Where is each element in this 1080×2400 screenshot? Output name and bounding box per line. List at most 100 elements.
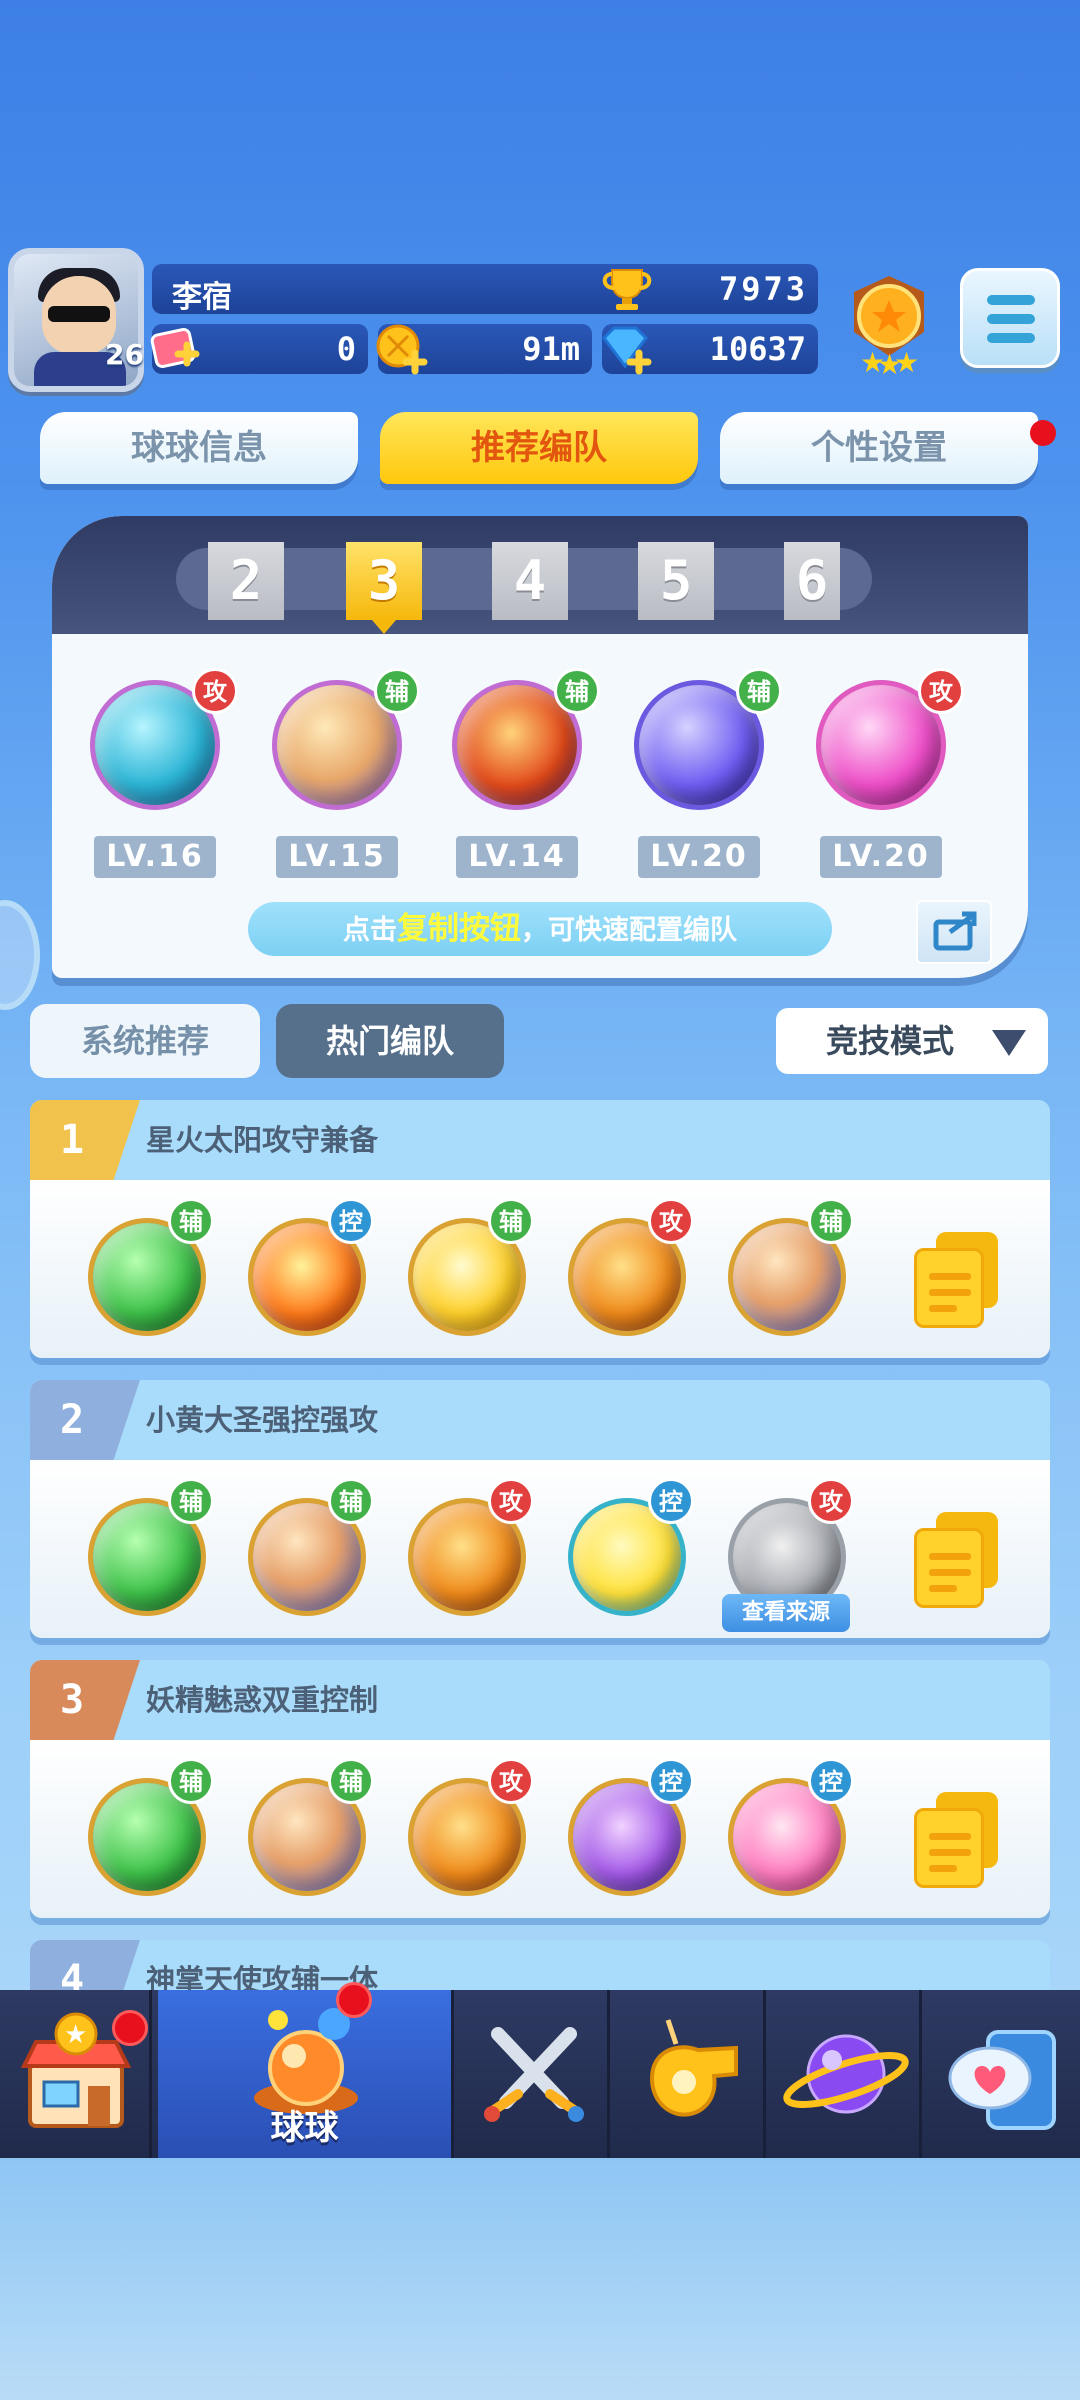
- notification-dot: [112, 2010, 148, 2046]
- copy-hint-suffix: ，可快速配置编队: [521, 915, 737, 946]
- role-badge-support: 辅: [488, 1198, 534, 1244]
- nav-chat[interactable]: [926, 1990, 1078, 2158]
- role-badge-support: 辅: [736, 668, 782, 714]
- formation-count-tab[interactable]: 5: [638, 542, 714, 620]
- player-name: 李宿: [172, 280, 232, 315]
- team-card: 3 妖精魅惑双重控制 辅 辅 攻 控 控: [30, 1660, 1050, 1918]
- team-rank: 1: [30, 1100, 140, 1180]
- notification-dot: [1030, 420, 1056, 446]
- formation-count-tab[interactable]: 6: [784, 542, 840, 620]
- team-hero-slot[interactable]: 辅: [70, 1478, 214, 1630]
- formation-count-tab[interactable]: 2: [208, 542, 284, 620]
- menu-line: [987, 333, 1035, 343]
- ticket-icon: [150, 328, 200, 368]
- copy-team-button[interactable]: [914, 1512, 1010, 1612]
- team-header: 3 妖精魅惑双重控制: [30, 1660, 1050, 1740]
- team-hero-slot[interactable]: 辅: [230, 1478, 374, 1630]
- trophy-icon: [602, 269, 652, 310]
- role-badge-control: 控: [328, 1198, 374, 1244]
- team-hero-slot[interactable]: 辅: [70, 1758, 214, 1910]
- role-badge-control: 控: [808, 1758, 854, 1804]
- role-badge-attack: 攻: [918, 668, 964, 714]
- coin-icon: [376, 324, 428, 375]
- notification-dot: [336, 1982, 372, 2018]
- copy-icon-line: [929, 1833, 971, 1840]
- coin-resource[interactable]: 91m: [376, 324, 592, 375]
- diamond-icon: [602, 326, 652, 375]
- team-hero-slot[interactable]: 辅: [390, 1198, 534, 1350]
- formation-hero-slot[interactable]: 攻 LV.20: [800, 668, 964, 878]
- view-source-button[interactable]: 查看来源: [722, 1594, 850, 1632]
- role-badge-support: 辅: [328, 1478, 374, 1524]
- nav-ball[interactable]: 球球: [158, 1982, 454, 2158]
- team-header: 1 星火太阳攻守兼备: [30, 1100, 1050, 1180]
- team-header: 2 小黄大圣强控强攻: [30, 1380, 1050, 1460]
- copy-icon-line: [929, 1305, 957, 1312]
- menu-button[interactable]: [960, 268, 1060, 368]
- copy-team-button[interactable]: [914, 1232, 1010, 1332]
- nav-planet[interactable]: [770, 1990, 922, 2158]
- copy-icon-line: [929, 1585, 957, 1592]
- role-badge-control: 控: [648, 1478, 694, 1524]
- dropdown-arrow-icon: [992, 1030, 1026, 1056]
- nav-whistle[interactable]: [614, 1990, 766, 2158]
- team-hero-slot[interactable]: 控: [710, 1758, 854, 1910]
- formation-count-tab[interactable]: 4: [492, 542, 568, 620]
- subtab-hot-formations[interactable]: 热门编队: [276, 1004, 504, 1078]
- formation-hero-slot[interactable]: 辅 LV.14: [436, 668, 600, 878]
- tab-personal-settings[interactable]: 个性设置: [720, 412, 1038, 484]
- formation-hero-slot[interactable]: 辅 LV.20: [618, 668, 782, 878]
- role-badge-attack: 攻: [488, 1758, 534, 1804]
- subtab-system-recommend[interactable]: 系统推荐: [30, 1004, 260, 1078]
- role-badge-attack: 攻: [808, 1478, 854, 1524]
- share-icon: [933, 911, 977, 951]
- hero-level: LV.15: [276, 836, 398, 878]
- formation-count-header: 2 3 4 5 6: [52, 516, 1028, 634]
- copy-team-button[interactable]: [914, 1792, 1010, 1892]
- tab-ball-info[interactable]: 球球信息: [40, 412, 358, 484]
- planet-icon: [783, 2034, 909, 2114]
- role-badge-attack: 攻: [488, 1478, 534, 1524]
- side-drawer-handle[interactable]: [0, 900, 40, 1010]
- copy-hint-banner: 点击复制按钮，可快速配置编队: [248, 902, 832, 956]
- nav-shop[interactable]: ★: [0, 1990, 152, 2158]
- ticket-resource[interactable]: 0: [150, 324, 368, 374]
- team-hero-slot[interactable]: 攻: [390, 1758, 534, 1910]
- role-badge-support: 辅: [168, 1198, 214, 1244]
- mode-select[interactable]: 竞技模式: [776, 1008, 1048, 1074]
- team-hero-slot[interactable]: 控: [230, 1198, 374, 1350]
- menu-line: [987, 295, 1035, 305]
- avatar-glasses: [48, 306, 110, 322]
- formation-hero-slot[interactable]: 攻 LV.16: [74, 668, 238, 878]
- team-hero-slot[interactable]: 攻: [390, 1478, 534, 1630]
- ticket-count: 0: [336, 330, 356, 368]
- nav-battle[interactable]: [458, 1990, 610, 2158]
- team-hero-slot[interactable]: 辅: [70, 1198, 214, 1350]
- whistle-icon: [649, 2019, 738, 2117]
- tab-recommended-formation[interactable]: 推荐编队: [380, 412, 698, 484]
- team-title: 妖精魅惑双重控制: [146, 1683, 379, 1717]
- team-hero-slot[interactable]: 控: [550, 1478, 694, 1630]
- hero-level: LV.16: [94, 836, 216, 878]
- share-button[interactable]: [916, 900, 992, 964]
- background-sky: [0, 2158, 1080, 2400]
- role-badge-support: 辅: [554, 668, 600, 714]
- role-badge-support: 辅: [808, 1198, 854, 1244]
- nav-ball-label: 球球: [270, 2108, 339, 2148]
- svg-text:★: ★: [64, 2020, 87, 2050]
- menu-line: [987, 314, 1035, 324]
- team-hero-slot[interactable]: 控: [550, 1758, 694, 1910]
- rank-medal-icon[interactable]: ★ ★ ★: [844, 272, 934, 376]
- team-hero-slot[interactable]: 辅: [710, 1198, 854, 1350]
- diamond-resource[interactable]: 10637: [602, 324, 818, 375]
- copy-icon-line: [929, 1569, 971, 1576]
- role-badge-support: 辅: [168, 1478, 214, 1524]
- coin-count: 91m: [522, 330, 580, 368]
- team-hero-slot[interactable]: 攻: [550, 1198, 694, 1350]
- team-hero-slot[interactable]: 辅: [230, 1758, 374, 1910]
- formation-count-tab-active[interactable]: 3: [346, 542, 422, 634]
- mode-select-value: 竞技模式: [826, 1022, 955, 1060]
- role-badge-support: 辅: [374, 668, 420, 714]
- formation-hero-slot[interactable]: 辅 LV.15: [256, 668, 420, 878]
- role-badge-attack: 攻: [648, 1198, 694, 1244]
